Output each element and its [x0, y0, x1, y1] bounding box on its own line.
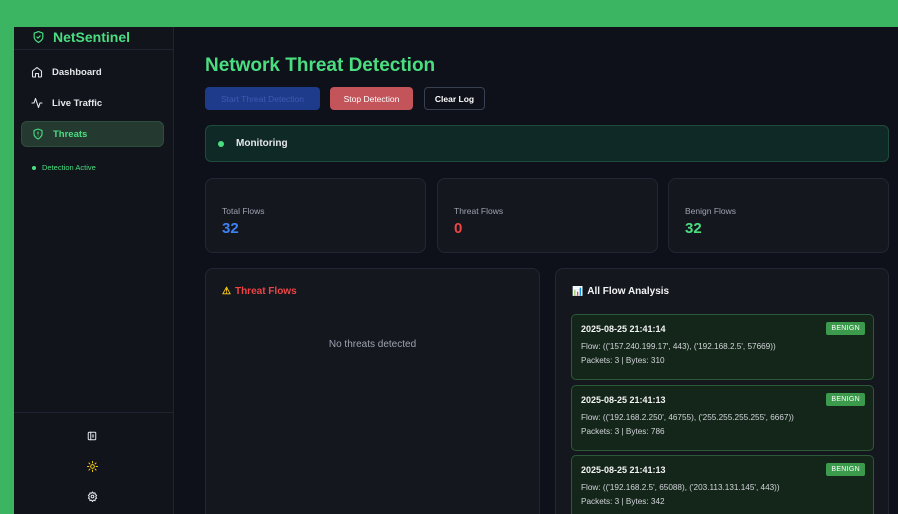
threat-flows-panel: ⚠ Threat Flows No threats detected [205, 268, 540, 514]
status-dot [32, 165, 36, 170]
status-text: Detection Active [42, 163, 96, 172]
page-title: Network Threat Detection [205, 55, 436, 76]
flow-timestamp: 2025-08-25 21:41:14 [581, 324, 666, 334]
flow-tuple: Flow: (('192.168.2.250', 46755), ('255.2… [581, 413, 794, 422]
flow-timestamp: 2025-08-25 21:41:13 [581, 395, 666, 405]
main-content: Network Threat Detection Start Threat De… [174, 27, 898, 514]
stat-label: Total Flows [222, 206, 265, 216]
settings-icon[interactable] [84, 488, 100, 504]
sun-icon[interactable] [84, 458, 100, 474]
empty-state: No threats detected [328, 339, 417, 350]
sidebar-item-label: Live Traffic [52, 97, 103, 109]
stat-value: 32 [685, 220, 702, 237]
flow-meta: Packets: 3 | Bytes: 342 [581, 497, 665, 506]
sidebar-item-threats[interactable]: Threats [21, 121, 164, 147]
sidebar: NetSentinel Dashboard Live Traffic Threa… [14, 27, 174, 514]
status-badge: BENIGN [826, 322, 865, 335]
brand-divider [14, 49, 174, 50]
clear-log-button[interactable]: Clear Log [424, 87, 485, 110]
monitoring-banner: Monitoring [205, 125, 889, 162]
monitoring-label: Monitoring [236, 138, 288, 149]
panel-title: 📊 All Flow Analysis [572, 286, 669, 297]
panel-title-text: All Flow Analysis [587, 286, 670, 297]
monitoring-dot [218, 140, 224, 147]
sidebar-divider [14, 412, 174, 413]
sidebar-item-dashboard[interactable]: Dashboard [21, 59, 164, 85]
sidebar-item-label: Threats [53, 128, 88, 140]
app-window: NetSentinel Dashboard Live Traffic Threa… [14, 27, 898, 514]
stop-detection-button[interactable]: Stop Detection [330, 87, 413, 110]
flow-card[interactable]: 2025-08-25 21:41:13 BENIGN Flow: (('192.… [571, 385, 874, 451]
brand[interactable]: NetSentinel [32, 29, 130, 45]
brand-name: NetSentinel [53, 29, 131, 45]
detection-status: Detection Active [32, 163, 96, 172]
activity-icon [31, 97, 43, 109]
panel-title-text: Threat Flows [234, 286, 297, 297]
stat-card-benign: Benign Flows 32 [668, 178, 889, 253]
shield-alert-icon [32, 128, 44, 140]
start-detection-button[interactable]: Start Threat Detection [205, 87, 320, 110]
flow-timestamp: 2025-08-25 21:41:13 [581, 465, 666, 475]
stat-card-total: Total Flows 32 [205, 178, 426, 253]
stat-card-threat: Threat Flows 0 [437, 178, 658, 253]
chart-icon: 📊 [572, 286, 584, 296]
sidebar-toggle-icon[interactable] [84, 428, 100, 444]
warning-icon: ⚠ [222, 286, 231, 297]
flow-meta: Packets: 3 | Bytes: 310 [581, 356, 665, 365]
flow-tuple: Flow: (('192.168.2.5', 65088), ('203.113… [581, 483, 780, 492]
flow-meta: Packets: 3 | Bytes: 786 [581, 427, 665, 436]
shield-logo-icon [32, 30, 45, 44]
sidebar-item-live-traffic[interactable]: Live Traffic [21, 90, 164, 116]
stat-value: 32 [222, 220, 239, 237]
status-badge: BENIGN [826, 393, 865, 406]
flow-tuple: Flow: (('157.240.199.17', 443), ('192.16… [581, 342, 776, 351]
flow-card[interactable]: 2025-08-25 21:41:14 BENIGN Flow: (('157.… [571, 314, 874, 380]
stat-value: 0 [454, 220, 463, 237]
sidebar-item-label: Dashboard [52, 66, 102, 78]
home-icon [31, 66, 43, 78]
stat-label: Benign Flows [685, 206, 737, 216]
flow-card[interactable]: 2025-08-25 21:41:13 BENIGN Flow: (('192.… [571, 455, 874, 514]
panel-title: ⚠ Threat Flows [222, 286, 297, 297]
stat-label: Threat Flows [454, 206, 504, 216]
flow-analysis-panel: 📊 All Flow Analysis 2025-08-25 21:41:14 … [555, 268, 889, 514]
status-badge: BENIGN [826, 463, 865, 476]
